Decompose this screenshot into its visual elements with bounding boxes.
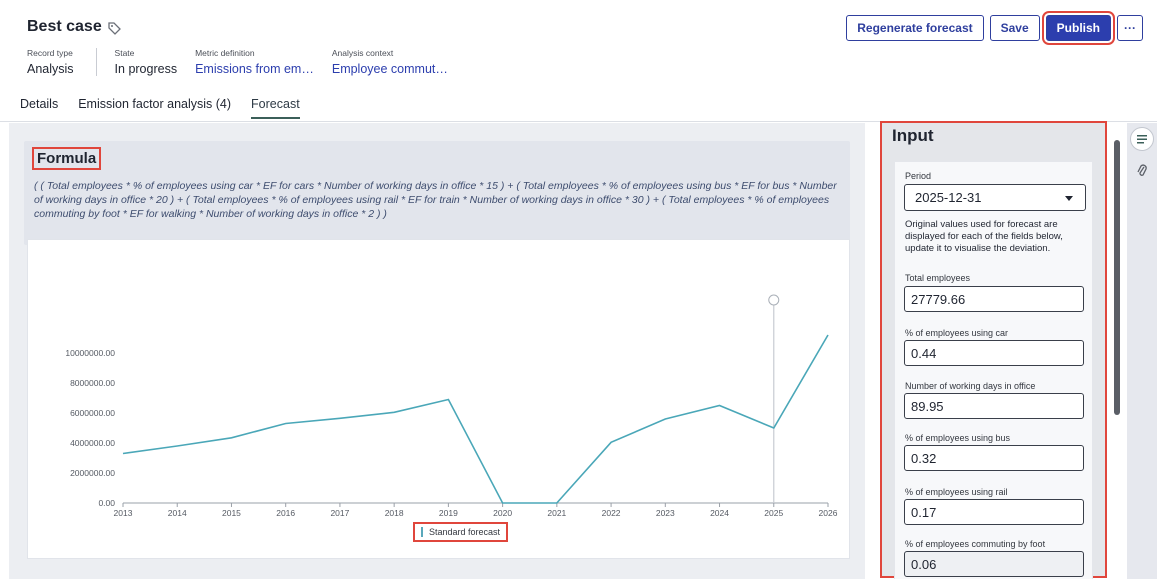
meta-label: State [114,48,135,58]
tab-bar: Details Emission factor analysis (4) For… [20,97,320,119]
chart-legend[interactable]: Standard forecast [413,522,509,542]
input-title: Input [892,126,934,145]
meta-value: In progress [114,62,178,76]
record-header: Best case Regenerate forecast Save Publi… [0,0,1157,122]
x-tick-label: 2015 [222,508,241,518]
tag-icon[interactable] [108,21,122,35]
more-actions-button[interactable]: ··· [1117,15,1143,41]
meta-metric-definition: Metric definition Emissions from em… [195,48,314,76]
input-form: Period 2025-12-31 Original values used f… [894,161,1093,579]
forecast-chart-card: 0.00 2000000.00 4000000.00 6000000.00 800000… [27,239,850,559]
x-tick-label: 2025 [764,508,783,518]
formula-title: Formula [32,147,102,170]
x-tick-label: 2020 [493,508,512,518]
x-tick-label: 2021 [547,508,566,518]
rail-list-button[interactable] [1130,127,1154,151]
y-tick-label: 0.00 [98,498,115,508]
x-tick-label: 2014 [168,508,187,518]
y-tick-label: 8000000.00 [70,378,115,388]
x-tick-label: 2017 [330,508,349,518]
x-tick-label: 2013 [114,508,133,518]
x-tick-label: 2022 [602,508,621,518]
x-tick-label: 2023 [656,508,675,518]
chevron-down-icon [1065,196,1073,201]
tab-details[interactable]: Details [20,97,58,119]
x-tick-label: 2019 [439,508,458,518]
period-label: Period [905,171,932,181]
input-scrollbar[interactable] [1114,140,1120,415]
y-tick-label: 4000000.00 [70,438,115,448]
x-tick-label: 2016 [276,508,295,518]
meta-label: Record type [27,48,73,58]
publish-button[interactable]: Publish [1041,11,1116,45]
formula-expression: ( ( Total employees * % of employees usi… [34,180,837,220]
meta-value: Analysis [27,62,74,76]
input-help-text: Original values used for forecast are di… [905,219,1063,254]
field-label: Number of working days in office [905,381,1036,391]
field-label: Total employees [905,273,971,283]
tab-emission-factor-analysis[interactable]: Emission factor analysis (4) [78,97,231,119]
pct-rail-input[interactable]: 0.17 [904,499,1084,525]
y-tick-label: 2000000.00 [70,468,115,478]
pct-car-input[interactable]: 0.44 [904,340,1084,366]
highlight-handle [768,294,780,306]
paperclip-icon[interactable] [1136,163,1148,179]
x-tick-label: 2026 [819,508,838,518]
legend-swatch [421,527,423,537]
field-label: % of employees using car [905,328,1009,338]
metric-definition-link[interactable]: Emissions from em… [195,62,314,76]
x-tick-label: 2024 [710,508,729,518]
field-label: % of employees commuting by foot [905,539,1046,549]
analysis-context-link[interactable]: Employee commut… [332,62,448,76]
field-label: % of employees using rail [905,487,1008,497]
legend-label: Standard forecast [429,527,501,537]
tab-forecast[interactable]: Forecast [251,97,300,119]
side-rail [1127,123,1157,579]
page-title: Best case [27,18,102,35]
y-tick-label: 10000000.00 [65,348,115,358]
meta-record-type: Record type Analysis [27,48,97,76]
series-line-standard-forecast [122,334,829,504]
pct-bus-input[interactable]: 0.32 [904,445,1084,471]
header-actions: Regenerate forecast Save Publish ··· [846,11,1143,45]
forecast-main: Formula ( ( Total employees * % of emplo… [9,123,865,579]
field-label: % of employees using bus [905,433,1011,443]
working-days-input[interactable]: 89.95 [904,393,1084,419]
formula-panel: Formula ( ( Total employees * % of emplo… [24,141,850,245]
x-tick-label: 2018 [385,508,404,518]
meta-label: Metric definition [195,48,255,58]
y-tick-label: 6000000.00 [70,408,115,418]
total-employees-input[interactable]: 27779.66 [904,286,1084,312]
list-icon [1137,135,1147,144]
app: Best case Regenerate forecast Save Publi… [0,0,1157,579]
meta-state: State In progress [115,48,178,76]
forecast-chart: 0.00 2000000.00 4000000.00 6000000.00 800000… [65,294,838,518]
save-button[interactable]: Save [989,15,1040,41]
period-select[interactable]: 2025-12-31 [904,184,1086,211]
input-panel: Input Period 2025-12-31 Original values … [880,121,1107,579]
meta-analysis-context: Analysis context Employee commut… [332,48,448,76]
pct-foot-input[interactable]: 0.06 [904,551,1084,577]
record-meta: Record type Analysis State In progress M… [27,48,466,76]
meta-label: Analysis context [331,48,394,58]
period-value: 2025-12-31 [915,190,982,205]
regenerate-forecast-button[interactable]: Regenerate forecast [846,15,984,41]
